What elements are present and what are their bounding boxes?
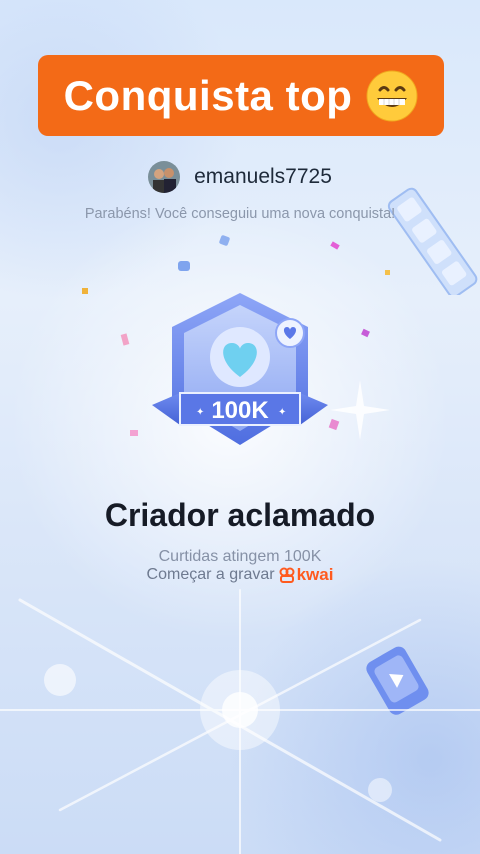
grinning-face-emoji-icon — [366, 70, 418, 121]
confetti — [130, 430, 138, 436]
confetti — [178, 261, 190, 271]
congrats-subtitle: Parabéns! Você conseguiu uma nova conqui… — [84, 206, 396, 222]
confetti — [82, 288, 88, 294]
avatar[interactable] — [148, 161, 181, 193]
banner-title: Conquista top — [63, 71, 353, 119]
kwai-brand: kwai — [296, 565, 334, 584]
svg-text:✦: ✦ — [196, 407, 204, 418]
confetti — [361, 328, 370, 338]
start-recording-link[interactable]: Começar a gravar kwai — [0, 565, 480, 585]
achievement-title: Criador aclamado — [104, 497, 376, 533]
username[interactable]: emanuels7725 — [194, 165, 332, 189]
video-card-decoration — [366, 646, 429, 715]
svg-text:✦: ✦ — [278, 407, 286, 418]
film-strip-decoration — [387, 187, 478, 295]
badge-label: 100K — [211, 397, 269, 424]
confetti — [120, 333, 130, 346]
confetti — [385, 270, 390, 275]
achievement-badge: 100K ✦ ✦ — [152, 293, 328, 445]
sparkle-rays — [0, 589, 480, 854]
achievement-banner: Conquista top — [38, 55, 444, 136]
record-label: Começar a gravar — [146, 566, 275, 583]
kwai-logo-icon — [279, 567, 295, 583]
confetti — [330, 241, 340, 250]
achievement-description: Curtidas atingem 100K — [158, 548, 322, 565]
confetti — [218, 234, 231, 247]
user-row: emanuels7725 — [0, 161, 480, 193]
kwai-logo: kwai — [279, 565, 334, 585]
